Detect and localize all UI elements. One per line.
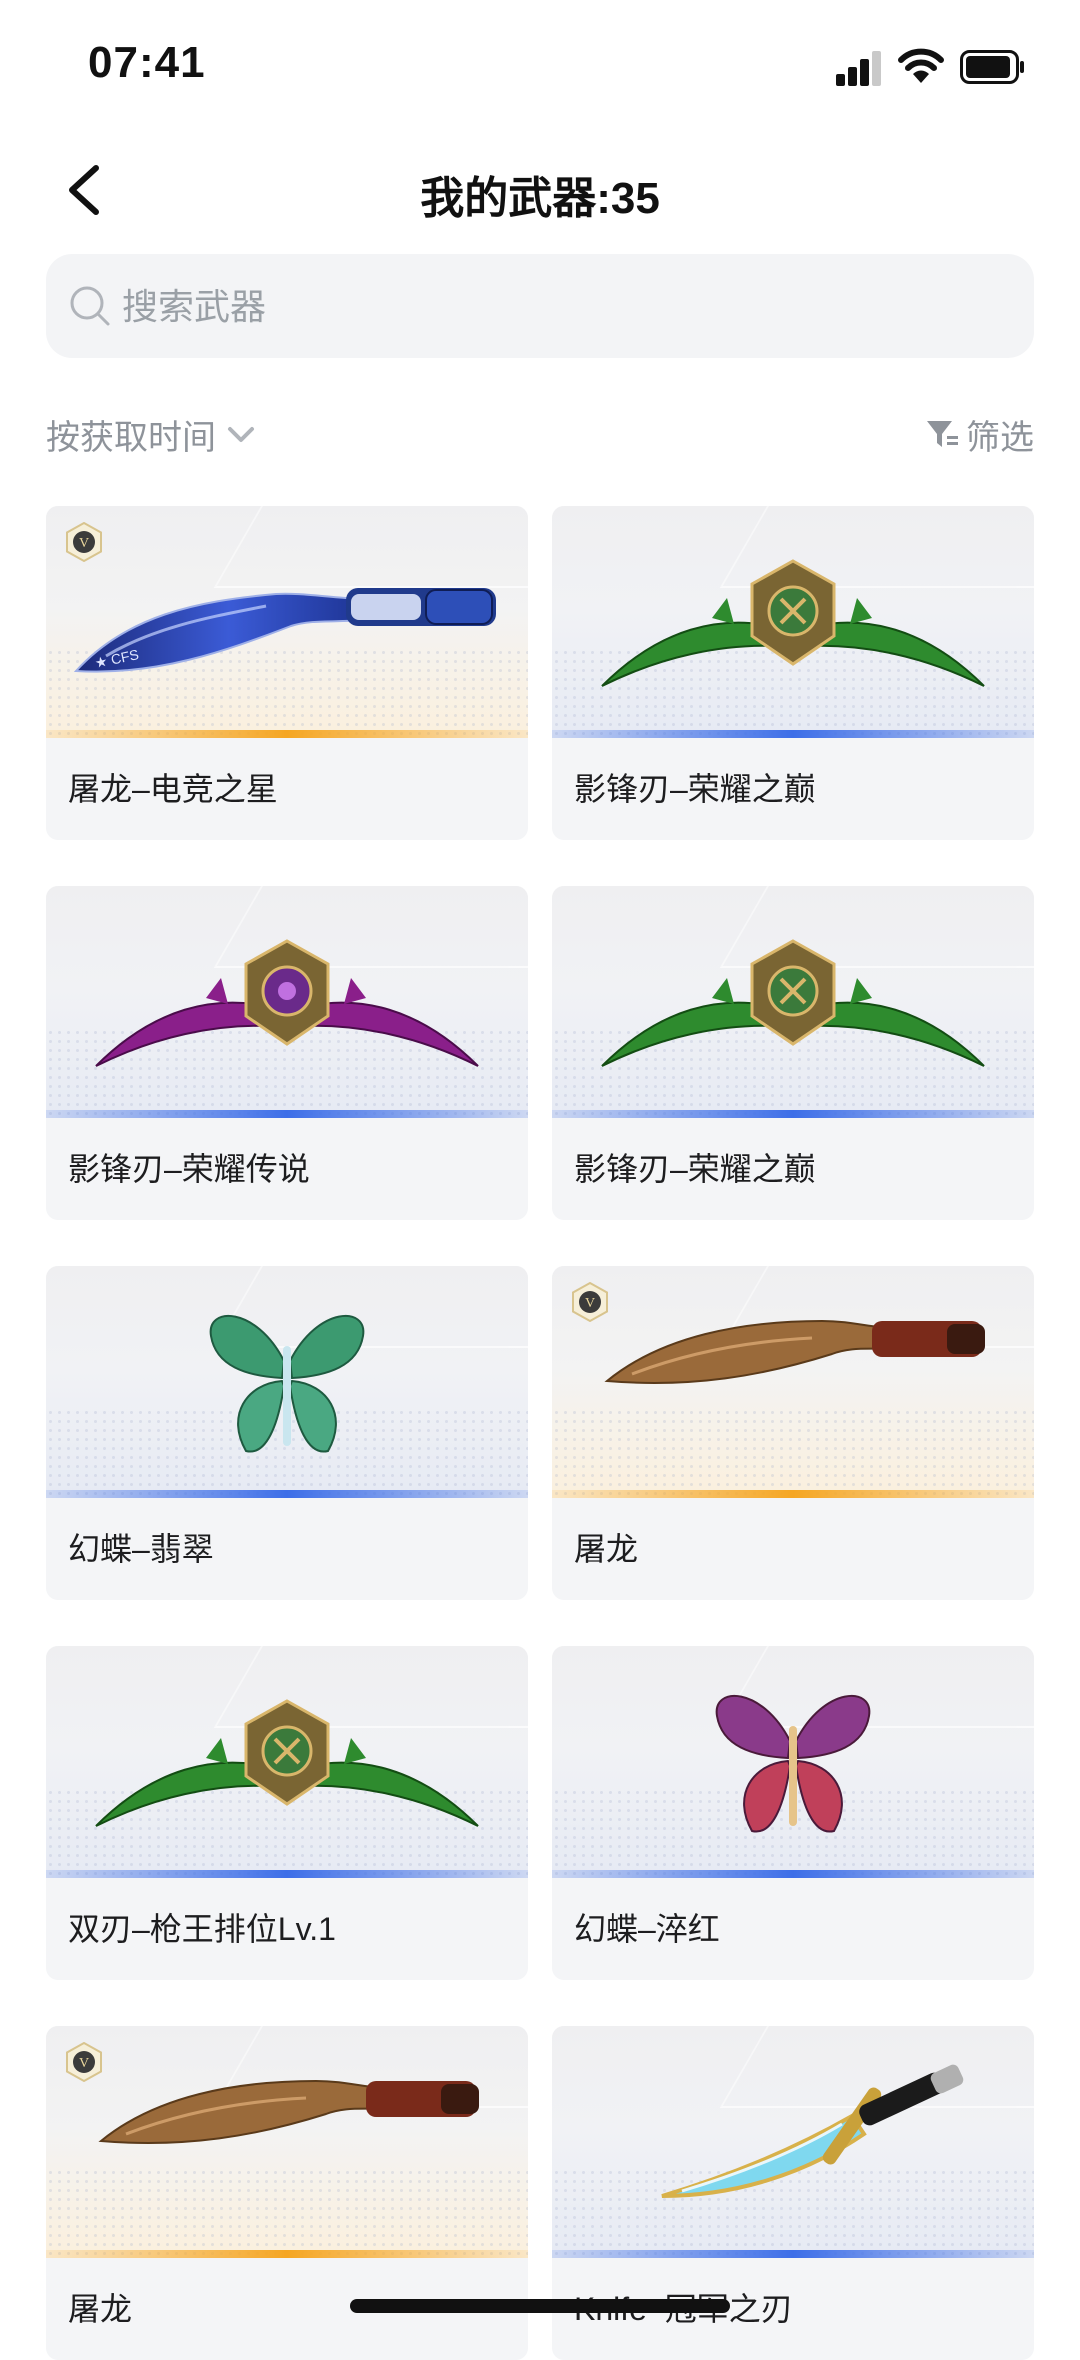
weapon-image-area (552, 506, 1034, 738)
wifi-icon (898, 48, 944, 83)
weapon-image (95, 1699, 479, 1827)
svg-text:V: V (585, 1296, 595, 1311)
page-title: 我的武器:35 (420, 174, 660, 223)
weapon-image (601, 939, 985, 1067)
weapon-image-area: V (46, 2026, 528, 2258)
nav-header: 我的武器:35 (0, 140, 1080, 240)
weapon-image (601, 559, 985, 687)
weapon-name: 影锋刃–荣耀之巅 (574, 771, 816, 807)
weapon-image-area (552, 886, 1034, 1118)
weapon-image-area (552, 2026, 1034, 2258)
weapon-name: 影锋刃–荣耀之巅 (574, 1151, 816, 1187)
filter-button[interactable]: 筛选 (924, 406, 1034, 462)
weapon-name: 屠龙–电竞之星 (68, 771, 278, 807)
weapon-card[interactable]: 影锋刃–荣耀传说 (46, 886, 528, 1220)
weapon-card[interactable]: 幻蝶–翡翠 (46, 1266, 528, 1600)
weapon-card[interactable]: 影锋刃–荣耀之巅 (552, 506, 1034, 840)
filter-funnel-icon (927, 421, 958, 447)
weapon-image (98, 2079, 479, 2144)
weapon-image (715, 1694, 871, 1833)
weapon-image: ★ CFS (73, 588, 496, 673)
search-bar[interactable] (46, 254, 1034, 360)
search-icon (70, 286, 110, 326)
weapon-card[interactable]: 幻蝶–淬红 (552, 1646, 1034, 1980)
weapon-image (95, 939, 479, 1067)
svg-text:V: V (79, 536, 89, 551)
sort-dropdown[interactable]: 按获取时间 (46, 406, 258, 462)
weapon-card[interactable]: V ★ CFS 屠龙–电竞之星 (46, 506, 528, 840)
weapon-name: 双刃–枪王排位Lv.1 (68, 1911, 336, 1947)
chevron-down-icon (228, 427, 254, 442)
weapon-image-area (46, 1646, 528, 1878)
weapon-image-area (46, 886, 528, 1118)
weapon-card[interactable]: 影锋刃–荣耀之巅 (552, 886, 1034, 1220)
weapon-image-area: V ★ CFS (46, 506, 528, 738)
filter-label: 筛选 (966, 418, 1034, 457)
sort-label: 按获取时间 (46, 418, 216, 457)
home-indicator[interactable] (350, 2299, 730, 2313)
weapon-image-area (46, 1266, 528, 1498)
weapon-image (209, 1314, 365, 1453)
weapon-image (604, 1319, 985, 1384)
status-bar: 07:41 (0, 0, 1080, 130)
search-input[interactable] (120, 254, 1004, 360)
status-time: 07:41 (88, 38, 206, 87)
weapon-grid: V ★ CFS 屠龙–电竞之星 影锋刃–荣耀之巅 影锋刃–荣耀传说 影锋刃–荣耀… (46, 506, 1034, 2360)
weapon-name: 影锋刃–荣耀传说 (68, 1151, 310, 1187)
weapon-image (661, 2064, 964, 2198)
weapon-image-area: V (552, 1266, 1034, 1498)
weapon-card[interactable]: V 屠龙 (552, 1266, 1034, 1600)
v-badge-icon: V (66, 522, 102, 562)
v-badge-icon: V (572, 1282, 608, 1322)
weapon-name: 屠龙 (68, 2291, 133, 2327)
weapon-name: 幻蝶–淬红 (574, 1911, 720, 1947)
battery-icon (960, 50, 1024, 84)
svg-text:V: V (79, 2056, 89, 2071)
weapon-image-area (552, 1646, 1034, 1878)
weapon-name: 幻蝶–翡翠 (68, 1531, 214, 1567)
cellular-signal-icon (836, 50, 882, 86)
weapon-card[interactable]: 双刃–枪王排位Lv.1 (46, 1646, 528, 1980)
v-badge-icon: V (66, 2042, 102, 2082)
weapon-name: 屠龙 (574, 1531, 639, 1567)
